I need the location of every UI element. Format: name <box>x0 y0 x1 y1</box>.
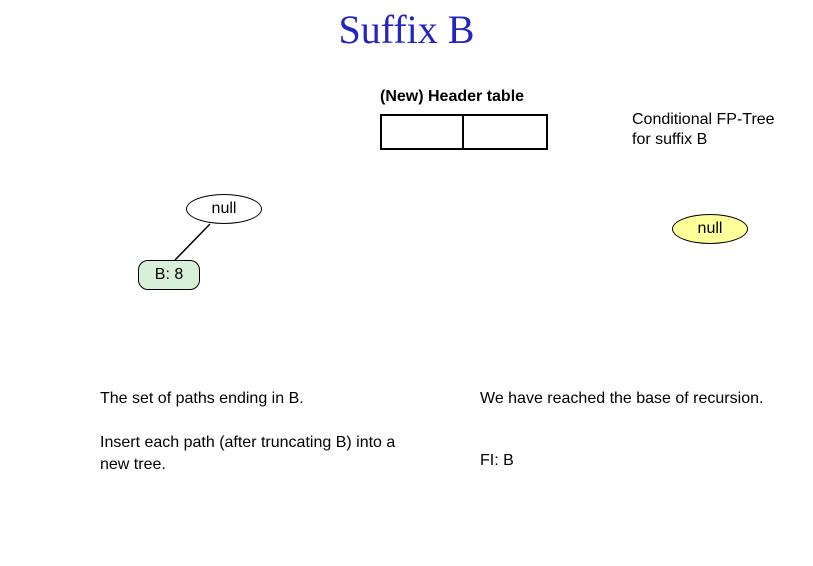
node-b8: B: 8 <box>138 260 200 290</box>
node-null-left: null <box>186 194 262 224</box>
tree-edge <box>0 0 813 566</box>
slide-title: Suffix B <box>0 6 813 53</box>
text-fi-b: FI: B <box>480 450 780 472</box>
text-base-recursion: We have reached the base of recursion. <box>480 388 780 410</box>
text-paths-ending: The set of paths ending in B. <box>100 388 420 410</box>
conditional-fp-tree-label: Conditional FP-Tree for suffix B <box>632 110 782 150</box>
header-table-divider <box>462 116 464 148</box>
node-null-right: null <box>672 214 748 244</box>
header-table-label: (New) Header table <box>380 88 524 106</box>
header-table-box <box>380 114 548 150</box>
text-insert-path: Insert each path (after truncating B) in… <box>100 432 420 475</box>
